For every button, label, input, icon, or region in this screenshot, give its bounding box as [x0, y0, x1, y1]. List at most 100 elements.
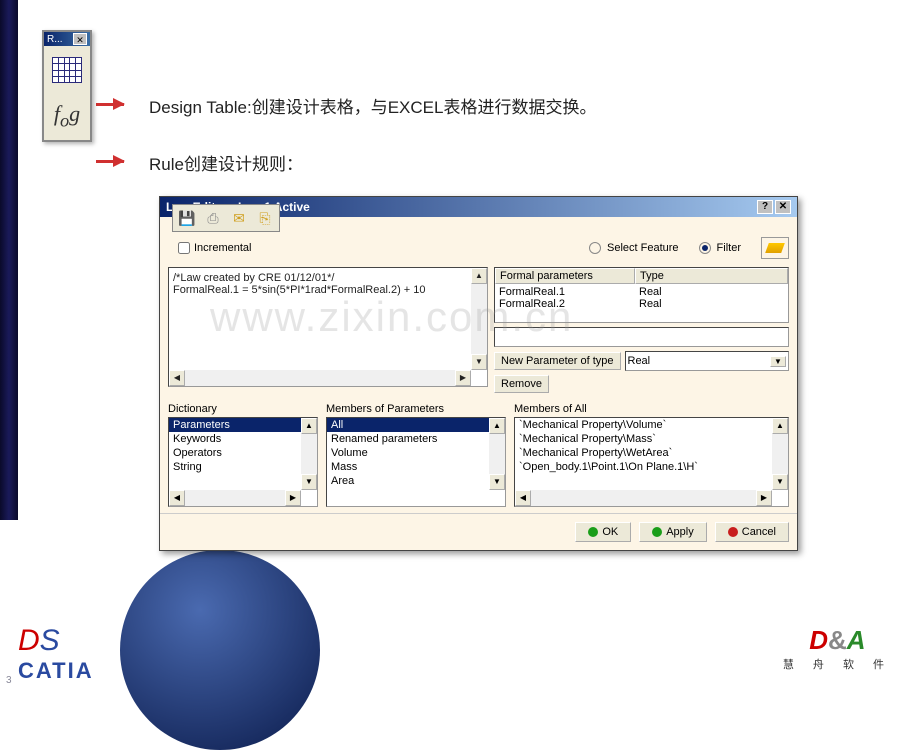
close-icon[interactable]: ✕ [73, 33, 87, 45]
globe-decoration [120, 550, 320, 750]
members-of-all-listbox[interactable]: `Mechanical Property\Volume` `Mechanical… [514, 417, 789, 507]
scrollbar-vertical[interactable]: ▲ ▼ [301, 418, 317, 490]
formal-parameters-list[interactable]: Formal parameters Type FormalReal.1 Real… [494, 267, 789, 323]
scroll-left-icon[interactable]: ◀ [169, 490, 185, 506]
copy-icon[interactable]: ⎘ [254, 208, 276, 228]
list-item[interactable]: Area [327, 474, 505, 488]
list-item[interactable]: `Open_body.1\Point.1\On Plane.1\H` [515, 460, 788, 474]
page-number: 3 [6, 675, 12, 686]
scrollbar-vertical[interactable]: ▲ ▼ [489, 418, 505, 490]
scroll-down-icon[interactable]: ▼ [772, 474, 788, 490]
floating-toolbar: R... ✕ fog [42, 30, 92, 142]
cancel-dot-icon [728, 527, 738, 537]
members-of-parameters-listbox[interactable]: All Renamed parameters Volume Mass Area … [326, 417, 506, 507]
catia-logo: DS CATIA [18, 624, 94, 684]
dictionary-listbox[interactable]: Parameters Keywords Operators String ▲ ▼… [168, 417, 318, 507]
scroll-down-icon[interactable]: ▼ [301, 474, 317, 490]
scrollbar-horizontal[interactable]: ◀ ▶ [515, 490, 772, 506]
ok-button[interactable]: OK [575, 522, 631, 542]
list-item[interactable]: `Mechanical Property\Volume` [515, 418, 788, 432]
radio-icon [589, 242, 601, 254]
list-item[interactable]: `Mechanical Property\WetArea` [515, 446, 788, 460]
list-item[interactable]: Operators [169, 446, 317, 460]
mini-toolbar: 💾 ⎙ ✉ ⎘ [172, 204, 280, 232]
members-of-parameters-label: Members of Parameters [326, 403, 506, 415]
members-of-all-label: Members of All [514, 403, 789, 415]
scrollbar-vertical[interactable]: ▲ ▼ [772, 418, 788, 490]
code-line: FormalReal.1 = 5*sin(5*PI*1rad*FormalRea… [173, 284, 483, 296]
ok-label: OK [602, 526, 618, 538]
catia-text: CATIA [18, 658, 94, 684]
param-name: FormalReal.1 [499, 286, 639, 298]
code-line: /*Law created by CRE 01/12/01*/ [173, 272, 483, 284]
grid-icon [52, 57, 82, 83]
column-header-type[interactable]: Type [635, 268, 788, 284]
list-item[interactable]: All [327, 418, 505, 432]
save-icon[interactable]: 💾 [176, 208, 198, 228]
apply-dot-icon [652, 527, 662, 537]
scroll-up-icon[interactable]: ▲ [772, 418, 788, 434]
scrollbar-horizontal[interactable]: ◀ ▶ [169, 490, 301, 506]
column-header-name[interactable]: Formal parameters [495, 268, 635, 284]
scroll-up-icon[interactable]: ▲ [489, 418, 505, 434]
filter-radio[interactable]: Filter [699, 242, 741, 254]
remove-button[interactable]: Remove [494, 375, 549, 393]
dropdown-value: Real [628, 355, 651, 367]
parameter-input[interactable] [494, 327, 789, 347]
list-item[interactable]: Keywords [169, 432, 317, 446]
dictionary-label: Dictionary [168, 403, 318, 415]
scrollbar-vertical[interactable]: ▲ ▼ [471, 268, 487, 370]
da-logo-cn: 慧 舟 软 件 [783, 656, 892, 672]
list-item[interactable]: Renamed parameters [327, 432, 505, 446]
rule-label: Rule创建设计规则： [149, 150, 303, 175]
scroll-down-icon[interactable]: ▼ [489, 474, 505, 490]
design-table-label: Design Table:创建设计表格，与EXCEL表格进行数据交换。 [149, 93, 596, 118]
param-row[interactable]: FormalReal.1 Real [499, 286, 784, 298]
select-feature-label: Select Feature [607, 242, 679, 254]
param-type: Real [639, 298, 662, 310]
scroll-down-icon[interactable]: ▼ [471, 354, 487, 370]
rule-button[interactable]: fog [45, 94, 89, 138]
help-icon[interactable]: ? [757, 200, 773, 214]
apply-label: Apply [666, 526, 694, 538]
sidebar-stripe [0, 0, 18, 520]
new-parameter-button[interactable]: New Parameter of type [494, 352, 621, 370]
scroll-up-icon[interactable]: ▲ [301, 418, 317, 434]
select-feature-radio[interactable]: Select Feature [589, 242, 679, 254]
fog-icon: fog [54, 101, 80, 131]
print-icon[interactable]: ⎙ [202, 208, 224, 228]
list-item[interactable]: `Mechanical Property\Mass` [515, 432, 788, 446]
design-table-button[interactable] [45, 48, 89, 92]
cancel-button[interactable]: Cancel [715, 522, 789, 542]
scroll-left-icon[interactable]: ◀ [515, 490, 531, 506]
code-editor[interactable]: /*Law created by CRE 01/12/01*/ FormalRe… [168, 267, 488, 387]
scroll-right-icon[interactable]: ▶ [285, 490, 301, 506]
list-item[interactable]: Mass [327, 460, 505, 474]
incremental-checkbox[interactable]: Incremental [178, 242, 251, 254]
close-icon[interactable]: ✕ [775, 200, 791, 214]
eraser-button[interactable] [761, 237, 789, 259]
scroll-right-icon[interactable]: ▶ [756, 490, 772, 506]
toolbar-titlebar[interactable]: R... ✕ [44, 32, 90, 46]
apply-button[interactable]: Apply [639, 522, 707, 542]
scroll-left-icon[interactable]: ◀ [169, 370, 185, 386]
scroll-right-icon[interactable]: ▶ [455, 370, 471, 386]
list-item[interactable]: Volume [327, 446, 505, 460]
eraser-icon [765, 243, 785, 253]
mail-icon[interactable]: ✉ [228, 208, 250, 228]
list-item[interactable]: String [169, 460, 317, 474]
list-item[interactable]: Parameters [169, 418, 317, 432]
da-logo-icon: D&A [783, 625, 892, 656]
param-name: FormalReal.2 [499, 298, 639, 310]
ok-dot-icon [588, 527, 598, 537]
new-parameter-type-dropdown[interactable]: Real [625, 351, 790, 371]
toolbar-title-text: R... [47, 34, 63, 45]
scrollbar-horizontal[interactable]: ◀ ▶ [169, 370, 471, 386]
scroll-up-icon[interactable]: ▲ [471, 268, 487, 284]
param-type: Real [639, 286, 662, 298]
cancel-label: Cancel [742, 526, 776, 538]
checkbox-input[interactable] [178, 242, 190, 254]
filter-label: Filter [717, 242, 741, 254]
radio-icon [699, 242, 711, 254]
param-row[interactable]: FormalReal.2 Real [499, 298, 784, 310]
